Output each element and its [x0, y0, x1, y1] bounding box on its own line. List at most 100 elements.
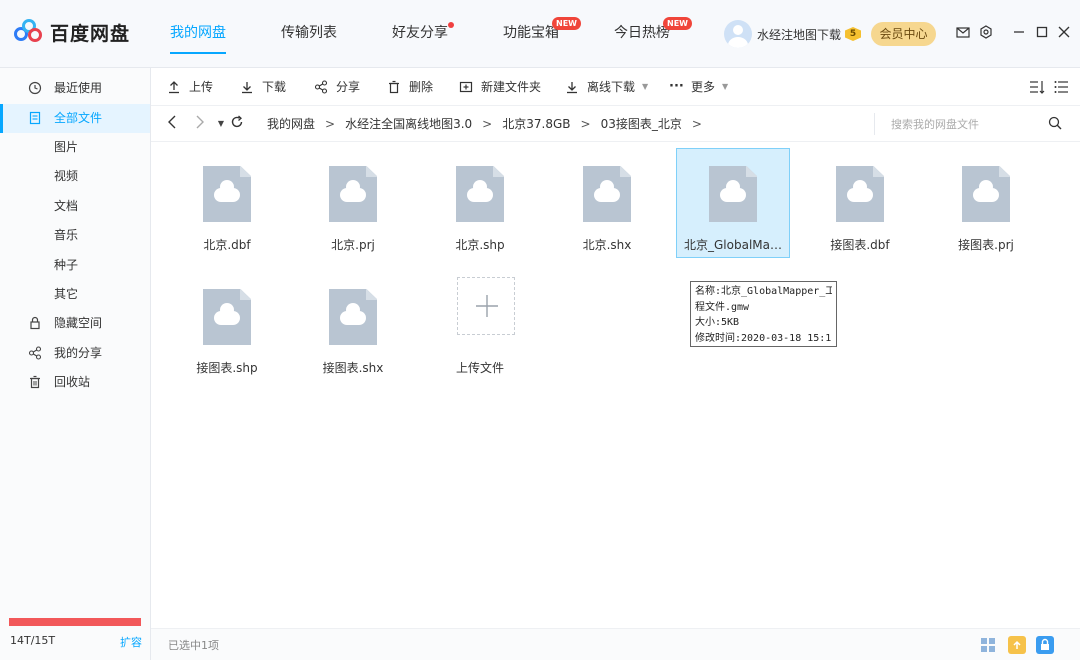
new-folder-label: 新建文件夹 — [481, 80, 542, 94]
notification-dot — [448, 22, 454, 28]
tooltip-modified: 修改时间:2020-03-18 15:11 — [695, 332, 832, 344]
chevron-right-icon: > — [691, 117, 702, 131]
chevron-right-icon: > — [482, 117, 493, 131]
file-item[interactable]: 北京.shp — [423, 148, 537, 258]
gear-icon[interactable] — [978, 25, 994, 41]
mail-icon[interactable] — [955, 25, 971, 41]
download-button[interactable]: 下载 — [240, 68, 286, 106]
file-info-tooltip: 名称:北京_GlobalMapper_工 程文件.gmw 大小:5KB 修改时间… — [690, 281, 837, 347]
username[interactable]: 水经注地图下载 — [757, 26, 841, 43]
clock-icon — [27, 81, 43, 97]
file-item[interactable]: 北京.dbf — [170, 148, 284, 258]
tab-friend-share[interactable]: 好友分享 — [382, 0, 458, 68]
breadcrumb-item[interactable]: 水经注全国离线地图3.0 — [345, 106, 472, 142]
file-name: 北京.shx — [582, 238, 632, 252]
tab-transfer-list[interactable]: 传输列表 — [271, 0, 347, 68]
storage-quota-text: 14T/15T — [10, 634, 56, 647]
grid-view-icon[interactable] — [979, 636, 997, 654]
maximize-icon[interactable] — [1034, 25, 1050, 41]
file-item[interactable]: 接图表.prj — [929, 148, 1043, 258]
sidebar-item-recent[interactable]: 最近使用 — [0, 74, 150, 103]
sidebar: 最近使用 全部文件 图片 视频 文档 音乐 种子 其它 隐藏空间 我的分享 回收… — [0, 68, 151, 660]
chevron-down-icon: ▼ — [642, 82, 649, 91]
upload-file-label: 上传文件 — [455, 361, 504, 375]
file-item[interactable]: 接图表.shx — [296, 271, 410, 381]
sidebar-item-music[interactable]: 音乐 — [0, 221, 150, 250]
member-center-button[interactable]: 会员中心 — [871, 22, 936, 46]
file-name: 北京.shp — [455, 238, 505, 252]
file-item[interactable]: 北京.shx — [550, 148, 664, 258]
file-icon — [583, 166, 631, 222]
sidebar-item-label: 隐藏空间 — [54, 316, 103, 330]
new-badge: NEW — [552, 17, 581, 30]
download-icon — [565, 80, 579, 94]
breadcrumb-item[interactable]: 北京37.8GB — [502, 106, 570, 142]
sidebar-item-my-shares[interactable]: 我的分享 — [0, 339, 150, 368]
minimize-icon[interactable] — [1011, 25, 1027, 41]
share-button[interactable]: 分享 — [314, 68, 360, 106]
avatar[interactable] — [724, 20, 752, 48]
breadcrumb-item[interactable]: 03接图表_北京 — [601, 106, 682, 142]
lock-icon — [27, 316, 43, 332]
file-icon — [203, 166, 251, 222]
search-input[interactable] — [891, 113, 1041, 135]
back-icon[interactable] — [165, 115, 179, 133]
user-info[interactable]: 水经注地图下载 5 — [724, 20, 862, 48]
sort-icon[interactable] — [1029, 79, 1045, 95]
lock-icon[interactable] — [1036, 636, 1054, 654]
new-folder-button[interactable]: 新建文件夹 — [459, 68, 541, 106]
expand-storage-link[interactable]: 扩容 — [120, 634, 142, 650]
tab-transfer-list-label: 传输列表 — [281, 25, 337, 41]
file-name: 接图表.dbf — [830, 238, 890, 252]
chevron-right-icon: > — [325, 117, 336, 131]
sidebar-item-label: 图片 — [54, 140, 79, 154]
tab-my-drive[interactable]: 我的网盘 — [160, 0, 236, 68]
file-item[interactable]: 接图表.dbf — [803, 148, 917, 258]
tab-feature-box[interactable]: 功能宝箱 NEW — [493, 0, 581, 68]
sidebar-item-all-files[interactable]: 全部文件 — [0, 104, 150, 133]
file-icon — [709, 166, 757, 222]
forward-icon[interactable] — [193, 115, 207, 133]
plus-icon — [475, 284, 499, 328]
refresh-icon[interactable] — [230, 115, 244, 133]
offline-download-label: 离线下载 — [587, 80, 636, 94]
sidebar-item-torrents[interactable]: 种子 — [0, 251, 150, 280]
file-name: 接图表.prj — [958, 238, 1014, 252]
sidebar-item-videos[interactable]: 视频 — [0, 162, 150, 191]
vip-level-badge: 5 — [845, 27, 862, 41]
share-label: 分享 — [336, 80, 361, 94]
selection-status: 已选中1项 — [168, 639, 219, 652]
upload-file-tile[interactable]: 上传文件 — [423, 271, 537, 381]
file-item[interactable]: 北京.prj — [296, 148, 410, 258]
more-button[interactable]: ··· 更多 ▼ — [669, 68, 728, 106]
breadcrumb-item[interactable]: 我的网盘 — [267, 106, 315, 142]
sidebar-item-images[interactable]: 图片 — [0, 133, 150, 162]
upload-dropzone[interactable] — [457, 277, 515, 335]
delete-button[interactable]: 删除 — [387, 68, 433, 106]
list-view-icon[interactable] — [1053, 79, 1069, 95]
offline-download-button[interactable]: 离线下载 ▼ — [565, 68, 648, 106]
sidebar-item-recycle-bin[interactable]: 回收站 — [0, 368, 150, 397]
file-item[interactable]: 接图表.shp — [170, 271, 284, 381]
sidebar-item-label: 我的分享 — [54, 346, 103, 360]
tab-daily-hot[interactable]: 今日热榜 NEW — [604, 0, 692, 68]
tooltip-name-line: 名称:北京_GlobalMapper_工 — [695, 286, 832, 297]
history-dropdown-icon[interactable]: ▼ — [214, 115, 228, 133]
app-logo: 百度网盘 — [14, 18, 130, 46]
upload-folder-icon[interactable] — [1008, 636, 1026, 654]
sidebar-item-label: 最近使用 — [54, 81, 103, 95]
trash-icon — [387, 80, 401, 94]
share-icon — [27, 346, 43, 362]
close-icon[interactable] — [1056, 25, 1072, 41]
upload-button[interactable]: 上传 — [167, 68, 213, 106]
file-item-selected[interactable]: 北京_GlobalMa… — [676, 148, 790, 258]
search-icon[interactable] — [1047, 116, 1063, 132]
tab-feature-box-label: 功能宝箱 — [503, 25, 559, 41]
file-icon — [836, 166, 884, 222]
file-name: 北京_GlobalMa… — [684, 238, 782, 252]
file-name: 北京.dbf — [203, 238, 251, 252]
sidebar-item-documents[interactable]: 文档 — [0, 192, 150, 221]
download-label: 下载 — [262, 80, 287, 94]
sidebar-item-hidden-space[interactable]: 隐藏空间 — [0, 309, 150, 338]
sidebar-item-other[interactable]: 其它 — [0, 280, 150, 309]
